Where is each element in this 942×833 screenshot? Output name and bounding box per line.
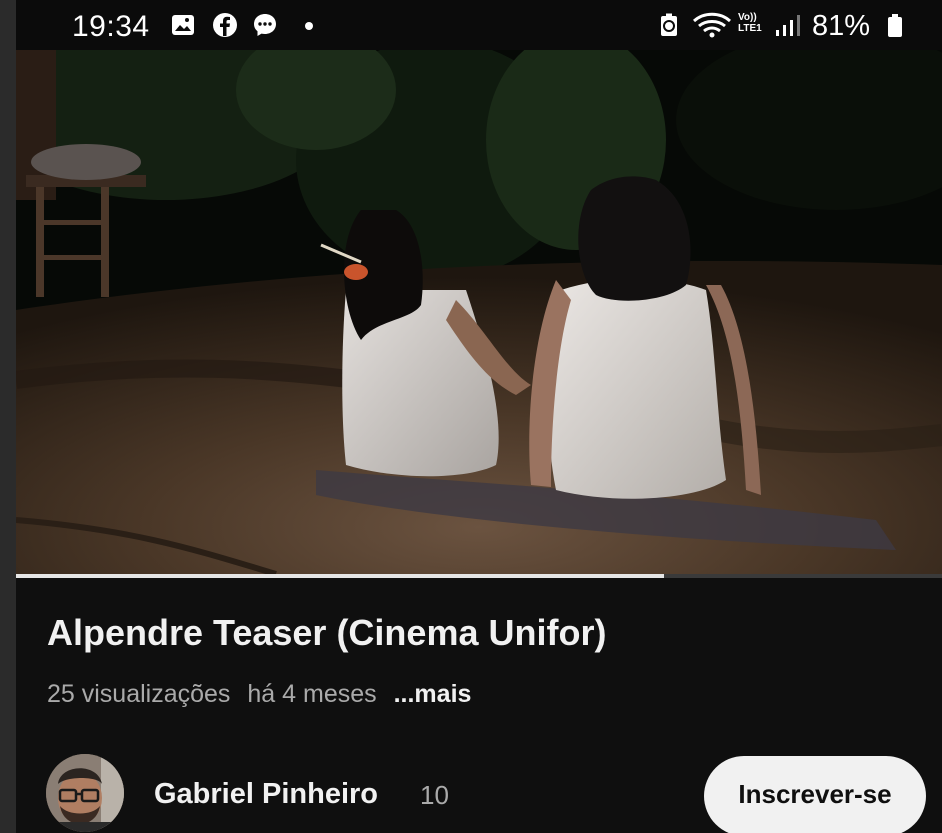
subscriber-count: 10 [420,780,449,810]
video-meta[interactable]: 25 visualizações há 4 meses ...mais [47,680,481,709]
video-title: Alpendre Teaser (Cinema Unifor) [47,612,607,653]
messenger-icon [254,14,276,36]
video-frame-image [16,50,942,574]
battery-percent: 81% [812,10,871,42]
more-link[interactable]: ...mais [394,680,472,708]
app-frame: 19:34 Vo)) LTE1 81% Alpendre Teaser (Cin… [16,0,942,833]
video-player[interactable] [16,50,942,574]
upload-age: há 4 meses [247,680,377,708]
video-progress-fill [16,574,665,578]
volte-label: Vo)) [738,12,757,23]
dot-icon [305,22,313,30]
channel-name[interactable]: Gabriel Pinheiro [154,778,378,811]
video-progress-bar[interactable] [16,574,942,578]
gallery-icon [172,15,194,35]
status-bar: 19:34 Vo)) LTE1 81% [16,0,942,50]
subscribe-button[interactable]: Inscrever-se [704,756,926,833]
facebook-icon [213,13,237,37]
status-time: 19:34 [72,10,150,43]
wifi-icon [692,12,732,38]
lte-label: LTE1 [738,23,762,34]
avatar[interactable] [46,754,124,832]
signal-icon [776,15,800,36]
recycle-icon [661,13,677,36]
channel-row: Gabriel Pinheiro 10 Inscrever-se [16,748,942,833]
battery-icon [888,14,902,37]
network-label: Vo)) LTE1 [738,12,762,34]
channel-avatar-image [46,754,124,832]
view-count: 25 visualizações [47,680,231,708]
